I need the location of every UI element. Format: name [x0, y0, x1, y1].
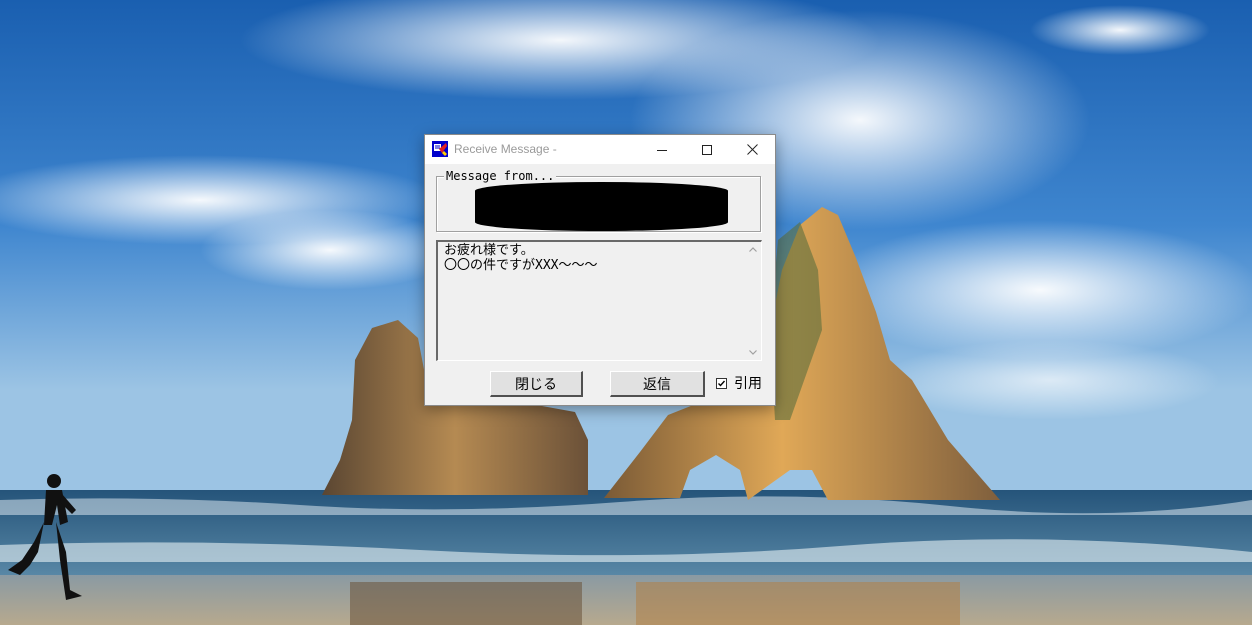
quote-checkbox-row[interactable]: 引用 [716, 374, 762, 392]
quote-label: 引用 [734, 376, 762, 392]
maximize-icon [702, 144, 712, 155]
message-app-icon [432, 141, 448, 157]
message-text: お疲れ様です。 〇〇の件ですがXXX～～～ [444, 243, 742, 273]
receive-message-window: Receive Message - Message from... お疲れ様です… [424, 134, 776, 406]
close-button[interactable]: 閉じる [490, 371, 583, 397]
checkmark-icon [718, 380, 726, 387]
message-line: 〇〇の件ですがXXX～～～ [444, 258, 598, 273]
reply-button[interactable]: 返信 [610, 371, 705, 397]
maximize-button[interactable] [684, 135, 730, 164]
minimize-icon [657, 149, 667, 151]
redacted-sender-name [475, 182, 728, 231]
sender-group-legend: Message from... [444, 169, 557, 183]
chevron-down-icon[interactable] [748, 347, 758, 357]
message-body-textarea[interactable]: お疲れ様です。 〇〇の件ですがXXX～～～ [436, 240, 762, 361]
minimize-button[interactable] [639, 135, 685, 164]
message-line: お疲れ様です。 [444, 243, 534, 258]
desktop: Receive Message - Message from... お疲れ様です… [0, 0, 1252, 625]
vertical-scrollbar[interactable] [745, 242, 761, 360]
quote-checkbox[interactable] [716, 377, 727, 389]
close-icon [746, 144, 758, 155]
window-title: Receive Message - [454, 142, 557, 156]
chevron-up-icon[interactable] [748, 245, 758, 255]
title-bar[interactable]: Receive Message - [425, 135, 775, 164]
close-window-button[interactable] [729, 135, 775, 164]
